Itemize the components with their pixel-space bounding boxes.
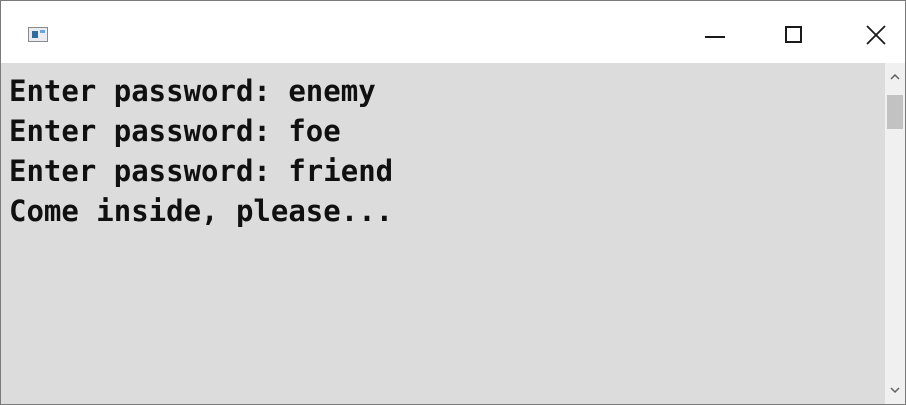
console-app-icon[interactable] [28,27,48,42]
minimize-button[interactable] [686,1,744,63]
close-button[interactable] [847,1,905,63]
maximize-icon [785,26,802,43]
close-icon [866,25,886,45]
vertical-scrollbar[interactable] [885,63,905,404]
scroll-up-button[interactable] [885,63,905,91]
scroll-down-button[interactable] [885,376,905,404]
chevron-up-icon [890,73,900,80]
minimize-icon [705,36,725,38]
console-output-area[interactable]: Enter password: enemy Enter password: foe… [1,63,885,404]
chevron-down-icon [890,387,900,394]
title-bar[interactable] [1,1,905,63]
console-text: Enter password: enemy Enter password: foe… [9,71,393,231]
console-line: Enter password: enemy [9,74,376,108]
console-line: Enter password: friend [9,154,394,188]
console-window: Enter password: enemy Enter password: foe… [0,0,906,405]
console-line: Come inside, please... [9,194,394,228]
maximize-button[interactable] [765,1,823,63]
console-line: Enter password: foe [9,114,341,148]
scroll-thumb[interactable] [887,95,903,129]
